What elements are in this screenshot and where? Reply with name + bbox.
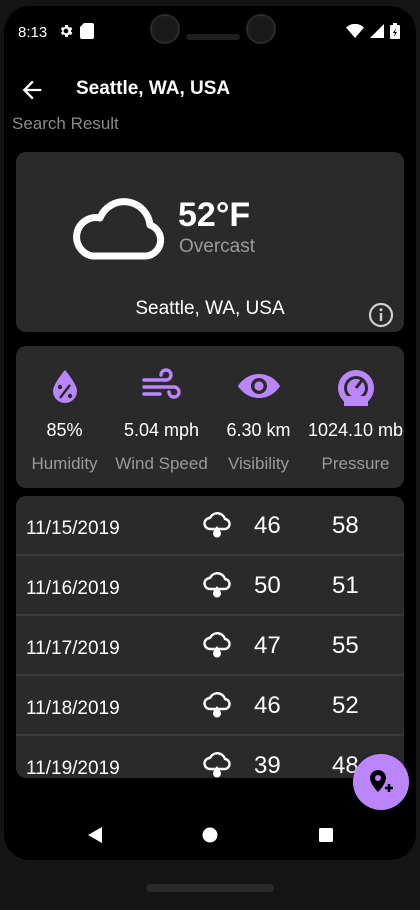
forecast-list[interactable]: 11/15/2019 46 58 11/16/2019 50 51 11/17/… [16, 496, 404, 778]
stat-value: 85% [46, 420, 83, 440]
forecast-low: 47 [254, 632, 281, 659]
cloud-icon [73, 198, 165, 260]
forecast-row[interactable]: 11/18/2019 46 52 [16, 676, 404, 736]
stat-humidity: 85% Humidity [16, 346, 113, 488]
forecast-high: 58 [332, 512, 359, 539]
forecast-low: 46 [254, 692, 281, 719]
stat-value: 5.04 mph [123, 420, 200, 440]
status-bar: 8:13 [4, 18, 416, 48]
gauge-icon [337, 370, 374, 406]
stat-visibility: 6.30 km Visibility [210, 346, 307, 488]
forecast-high: 52 [332, 692, 359, 719]
sim-card-icon [80, 23, 94, 39]
cloud-rain-icon [203, 572, 231, 598]
forecast-high: 51 [332, 572, 359, 599]
stat-pressure: 1024.10 mb Pressure [307, 346, 404, 488]
forecast-date: 11/18/2019 [26, 698, 120, 719]
cloud-rain-icon [203, 752, 231, 778]
nav-recents-button[interactable] [317, 826, 335, 849]
forecast-low: 39 [254, 752, 281, 778]
forecast-low: 46 [254, 512, 281, 539]
forecast-date: 11/19/2019 [26, 758, 120, 778]
nav-home-button[interactable] [201, 826, 219, 849]
water-percent-icon [52, 370, 77, 403]
device-frame: 8:13 Seattle, WA, USA Search Result 52°F… [0, 0, 420, 910]
forecast-date: 11/16/2019 [26, 578, 120, 599]
device-bottom-speaker [146, 884, 274, 892]
info-icon [368, 302, 394, 328]
forecast-high: 55 [332, 632, 359, 659]
current-condition: Overcast [179, 236, 256, 257]
stat-label: Wind Speed [115, 454, 208, 473]
forecast-row[interactable]: 11/16/2019 50 51 [16, 556, 404, 616]
eye-icon [237, 374, 280, 398]
gear-icon [60, 25, 73, 37]
current-location: Seattle, WA, USA [135, 298, 285, 319]
forecast-row[interactable]: 11/19/2019 39 48 [16, 736, 404, 778]
add-location-icon [370, 770, 393, 792]
arrow-left-icon [22, 80, 42, 100]
current-weather-card: 52°F Overcast Seattle, WA, USA [16, 152, 404, 332]
current-temperature: 52°F [178, 196, 251, 234]
stat-label: Pressure [321, 454, 390, 473]
app-bar: Seattle, WA, USA [4, 62, 416, 118]
forecast-date: 11/17/2019 [26, 638, 120, 659]
status-icons-left [58, 23, 94, 39]
nav-back-button[interactable] [86, 826, 104, 849]
weather-stats-card: 85% Humidity 5.04 mph Wind Speed 6.30 km… [16, 346, 404, 488]
status-time: 8:13 [18, 24, 48, 41]
info-button[interactable] [368, 302, 394, 333]
wifi-icon [346, 24, 364, 38]
battery-icon [390, 23, 400, 39]
stat-value: 1024.10 mb [307, 420, 404, 440]
forecast-row[interactable]: 11/17/2019 47 55 [16, 616, 404, 676]
forecast-low: 50 [254, 572, 281, 599]
nav-home-icon [202, 827, 218, 843]
nav-back-icon [88, 827, 102, 843]
add-location-button[interactable] [353, 754, 409, 810]
wind-icon [141, 368, 181, 399]
nav-recents-icon [319, 828, 333, 842]
cloud-rain-icon [203, 632, 231, 658]
signal-icon [370, 24, 384, 38]
back-button[interactable] [18, 76, 46, 104]
system-nav-bar [4, 812, 416, 860]
forecast-row[interactable]: 11/15/2019 46 58 [16, 496, 404, 556]
stat-value: 6.30 km [226, 420, 291, 440]
stat-label: Visibility [227, 454, 290, 473]
cloud-rain-icon [203, 692, 231, 718]
forecast-date: 11/15/2019 [26, 518, 120, 539]
search-result-label: Search Result [12, 114, 119, 133]
status-icons-right [346, 23, 400, 39]
page-title: Seattle, WA, USA [76, 78, 231, 99]
cloud-rain-icon [203, 512, 231, 538]
stat-label: Humidity [31, 454, 98, 473]
stat-wind-speed: 5.04 mph Wind Speed [113, 346, 210, 488]
screen: 8:13 Seattle, WA, USA Search Result 52°F… [4, 6, 416, 860]
